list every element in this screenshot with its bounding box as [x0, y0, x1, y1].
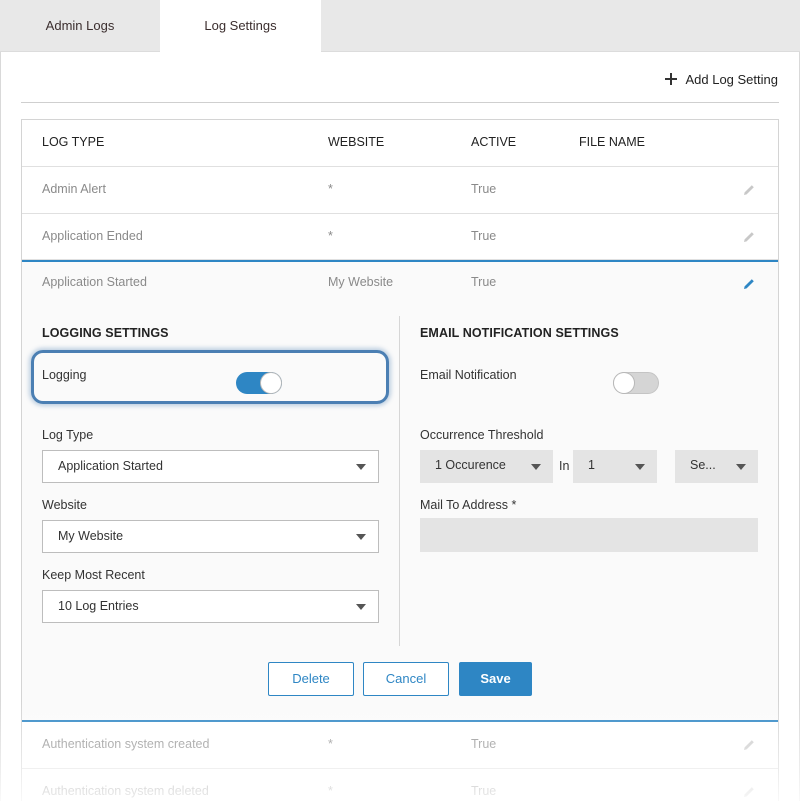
occurrence-value: 1 Occurence [435, 458, 506, 472]
cancel-button[interactable]: Cancel [363, 662, 449, 696]
save-button[interactable]: Save [459, 662, 532, 696]
row-log-type: Authentication system deleted [42, 784, 209, 798]
row-website: * [328, 784, 333, 798]
logging-toggle[interactable] [236, 372, 282, 394]
keep-most-recent-value: 10 Log Entries [58, 599, 139, 613]
logging-settings-title: LOGGING SETTINGS [42, 326, 169, 340]
log-type-value: Application Started [58, 459, 163, 473]
row-log-type: Admin Alert [42, 182, 106, 196]
website-select[interactable]: My Website [42, 520, 379, 553]
tab-bar: Admin Logs Log Settings [0, 0, 800, 53]
delete-button[interactable]: Delete [268, 662, 354, 696]
website-label: Website [42, 498, 87, 512]
row-log-type: Application Ended [42, 229, 143, 243]
frame-left-border [0, 52, 1, 801]
email-settings-title: EMAIL NOTIFICATION SETTINGS [420, 326, 619, 340]
plus-icon [665, 73, 678, 85]
table-row[interactable]: Application Ended * True [22, 214, 778, 260]
column-divider [399, 316, 400, 646]
pencil-icon[interactable] [742, 183, 756, 197]
caret-down-icon [356, 604, 366, 610]
log-type-select[interactable]: Application Started [42, 450, 379, 483]
pencil-icon[interactable] [742, 230, 756, 244]
expanded-row-panel: Application Started My Website True LOGG… [22, 260, 778, 722]
email-notification-toggle[interactable] [613, 372, 659, 394]
row-active: True [471, 182, 497, 196]
row-log-type: Application Started [42, 275, 147, 289]
tab-admin-logs[interactable]: Admin Logs [0, 0, 160, 52]
row-active: True [471, 737, 497, 751]
tab-log-settings[interactable]: Log Settings [160, 0, 321, 53]
caret-down-icon [531, 464, 541, 470]
website-value: My Website [58, 529, 124, 543]
row-website: * [328, 737, 333, 751]
row-log-type: Authentication system created [42, 737, 210, 751]
row-active: True [471, 229, 497, 243]
pencil-icon[interactable] [742, 277, 756, 291]
mail-to-input[interactable] [420, 518, 758, 552]
pencil-icon[interactable] [742, 785, 756, 799]
toggle-knob [614, 373, 634, 393]
caret-down-icon [356, 464, 366, 470]
pencil-icon[interactable] [742, 738, 756, 752]
keep-most-recent-select[interactable]: 10 Log Entries [42, 590, 379, 623]
occurrence-select[interactable]: 1 Occurence [420, 450, 553, 483]
threshold-count-value: 1 [588, 458, 595, 472]
row-website: * [328, 182, 333, 196]
occurrence-threshold-label: Occurrence Threshold [420, 428, 544, 442]
logging-label: Logging [42, 368, 87, 382]
column-header-active: ACTIVE [471, 135, 517, 149]
email-notification-label: Email Notification [420, 368, 517, 382]
row-website: My Website [328, 275, 394, 289]
in-label: In [559, 459, 570, 473]
table-row[interactable]: Authentication system created * True [22, 722, 778, 769]
log-type-label: Log Type [42, 428, 94, 442]
threshold-unit-value: Se... [690, 458, 716, 472]
threshold-unit-select[interactable]: Se... [675, 450, 758, 483]
divider [21, 102, 779, 103]
toggle-knob [261, 373, 281, 393]
table-row[interactable]: Admin Alert * True [22, 167, 778, 214]
threshold-count-select[interactable]: 1 [573, 450, 657, 483]
table-row[interactable]: Authentication system deleted * True [22, 769, 778, 801]
column-header-website: WEBSITE [328, 135, 385, 149]
row-website: * [328, 229, 333, 243]
column-header-log-type: LOG TYPE [42, 135, 105, 149]
add-log-setting-button[interactable]: Add Log Setting [665, 70, 778, 90]
log-settings-table: LOG TYPE WEBSITE ACTIVE FILE NAME Admin … [21, 119, 779, 801]
row-active: True [471, 784, 497, 798]
caret-down-icon [356, 534, 366, 540]
caret-down-icon [635, 464, 645, 470]
caret-down-icon [736, 464, 746, 470]
column-header-file-name: FILE NAME [579, 135, 645, 149]
table-header: LOG TYPE WEBSITE ACTIVE FILE NAME [22, 120, 778, 167]
mail-to-label: Mail To Address * [420, 498, 517, 512]
add-log-setting-label: Add Log Setting [685, 72, 778, 87]
row-active: True [471, 275, 497, 289]
keep-most-recent-label: Keep Most Recent [42, 568, 145, 582]
